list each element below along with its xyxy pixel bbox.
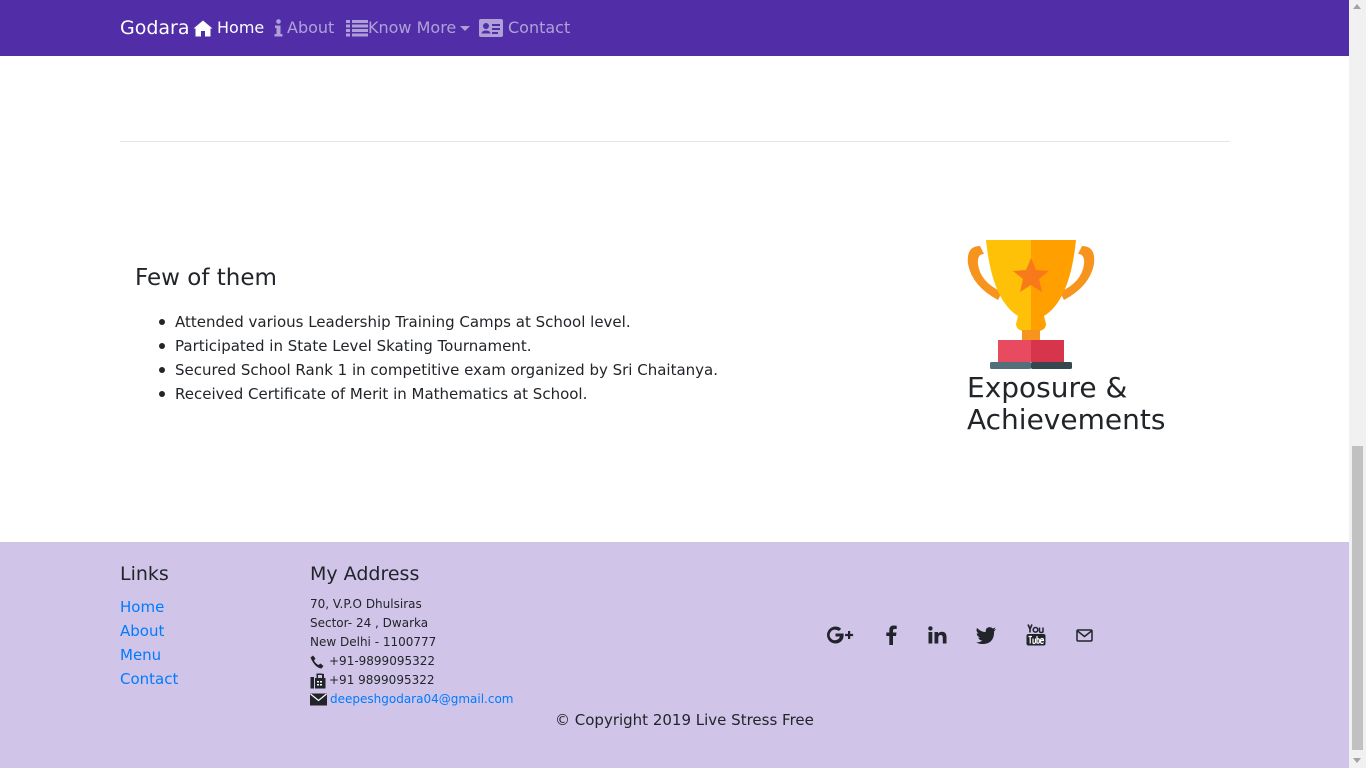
list-icon xyxy=(346,20,368,37)
footer-link-contact[interactable]: Contact xyxy=(120,667,178,691)
footer-link-menu[interactable]: Menu xyxy=(120,643,178,667)
phone-row: +91-9899095322 xyxy=(310,652,514,671)
info-icon xyxy=(274,19,283,37)
email-row: deepeshgodara04@gmail.com xyxy=(310,690,514,709)
address-block: 70, V.P.O Dhulsiras Sector- 24 , Dwarka … xyxy=(310,595,514,709)
page: Godara Home About Know More Contact Few … xyxy=(0,0,1349,768)
nav-about-label: About xyxy=(287,18,335,37)
brand-link[interactable]: Godara xyxy=(120,16,190,40)
youtube-link[interactable] xyxy=(1025,624,1047,646)
phone-icon xyxy=(310,655,324,668)
google-plus-icon xyxy=(826,626,854,644)
section-title: Few of them xyxy=(135,265,277,291)
twitter-link[interactable] xyxy=(975,624,997,646)
linkedin-icon xyxy=(927,626,946,644)
nav-contact-label: Contact xyxy=(508,18,571,37)
fax-icon xyxy=(310,673,326,688)
links-heading: Links xyxy=(120,563,169,585)
achievements-list: Attended various Leadership Training Cam… xyxy=(159,310,875,406)
twitter-icon xyxy=(976,626,996,644)
nav-contact[interactable]: Contact xyxy=(479,17,570,39)
mail-icon xyxy=(1075,628,1093,642)
section-divider xyxy=(120,141,1230,142)
address-line: Sector- 24 , Dwarka xyxy=(310,616,429,630)
nav-know-more-dropdown[interactable]: Know More xyxy=(346,17,471,39)
scroll-up-arrow[interactable] xyxy=(1353,4,1361,9)
address-line: 70, V.P.O Dhulsiras xyxy=(310,597,422,611)
nav-know-more-label: Know More xyxy=(368,18,457,37)
youtube-icon xyxy=(1026,624,1046,646)
trophy-icon xyxy=(967,240,1095,369)
nav-home-label: Home xyxy=(217,18,265,37)
list-item: Attended various Leadership Training Cam… xyxy=(159,310,875,334)
facebook-link[interactable] xyxy=(880,624,902,646)
envelope-icon xyxy=(310,693,327,706)
fax-row: +91 9899095322 xyxy=(310,671,514,690)
list-item: Participated in State Level Skating Tour… xyxy=(159,334,875,358)
google-plus-link[interactable] xyxy=(826,624,856,646)
list-item: Received Certificate of Merit in Mathema… xyxy=(159,382,875,406)
facebook-icon xyxy=(885,625,897,645)
footer-link-about[interactable]: About xyxy=(120,619,178,643)
home-icon xyxy=(193,20,213,36)
top-navbar: Godara Home About Know More Contact xyxy=(0,0,1349,56)
scroll-down-arrow[interactable] xyxy=(1353,758,1361,763)
footer-link-home[interactable]: Home xyxy=(120,595,178,619)
achievements-title: Exposure & Achievements xyxy=(967,371,1166,436)
address-heading: My Address xyxy=(310,563,420,585)
footer xyxy=(0,542,1349,768)
address-line: New Delhi - 1100777 xyxy=(310,635,437,649)
footer-links: Home About Menu Contact xyxy=(120,595,178,691)
scrollbar-thumb[interactable] xyxy=(1352,446,1363,750)
linkedin-link[interactable] xyxy=(926,624,948,646)
email-link[interactable]: deepeshgodara04@gmail.com xyxy=(330,690,514,709)
caret-down-icon xyxy=(460,25,471,31)
nav-about[interactable]: About xyxy=(274,17,334,39)
list-item: Secured School Rank 1 in competitive exa… xyxy=(159,358,875,382)
mail-link[interactable] xyxy=(1073,624,1095,646)
nav-home[interactable]: Home xyxy=(193,17,264,39)
address-card-icon xyxy=(479,19,503,37)
phone-number: +91-9899095322 xyxy=(329,654,436,668)
copyright-text: © Copyright 2019 Live Stress Free xyxy=(555,711,814,729)
fax-number: +91 9899095322 xyxy=(329,673,435,687)
